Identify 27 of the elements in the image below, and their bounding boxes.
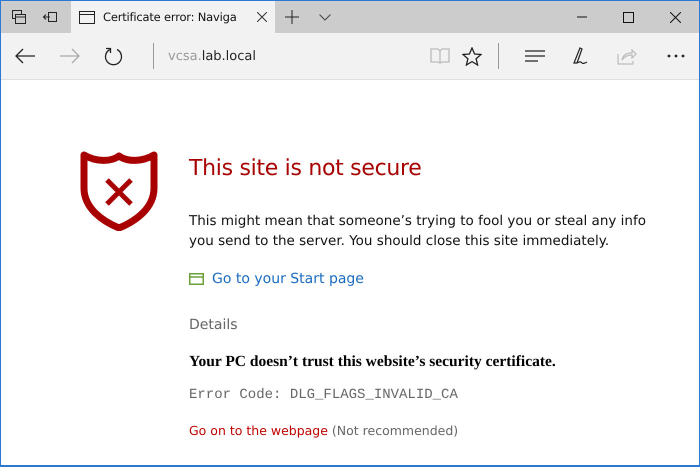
continue-link[interactable]: Go on to the webpage [189, 423, 328, 438]
hub-lines-icon[interactable] [525, 50, 545, 62]
start-page-link[interactable]: Go to your Start page [212, 271, 364, 287]
new-tab-icon[interactable] [285, 10, 299, 24]
tabs-overview-icon[interactable] [12, 10, 26, 24]
chevron-down-icon[interactable] [319, 14, 331, 20]
certificate-message: Your PC doesn’t trust this website’s security certificate. [189, 353, 556, 371]
minimize-icon[interactable] [577, 16, 587, 18]
tab-title: Certificate error: Naviga [103, 10, 238, 24]
maximize-icon[interactable] [623, 12, 634, 22]
error-heading: This site is not secure [189, 156, 423, 181]
page-icon [79, 10, 95, 24]
error-code: Error Code: DLG_FLAGS_INVALID_CA [189, 387, 458, 403]
more-icon[interactable] [667, 54, 685, 58]
details-label: Details [189, 317, 238, 333]
close-icon[interactable] [670, 12, 681, 22]
refresh-icon[interactable] [104, 46, 123, 66]
start-page-icon [189, 273, 204, 285]
error-message: This might mean that someone’s trying to fool you or steal any info you send to the server. You should close this site immediately. [189, 212, 647, 251]
close-icon[interactable] [257, 12, 267, 22]
back-arrow-icon[interactable] [15, 48, 35, 64]
set-aside-tabs-icon[interactable] [43, 11, 57, 23]
not-recommended-note: (Not recommended) [332, 423, 458, 438]
address-field[interactable]: vcsa.lab.local [168, 48, 256, 64]
shield-error-icon [80, 150, 158, 231]
star-icon[interactable] [462, 46, 482, 66]
browser-tab[interactable]: Certificate error: Naviga [71, 1, 275, 33]
